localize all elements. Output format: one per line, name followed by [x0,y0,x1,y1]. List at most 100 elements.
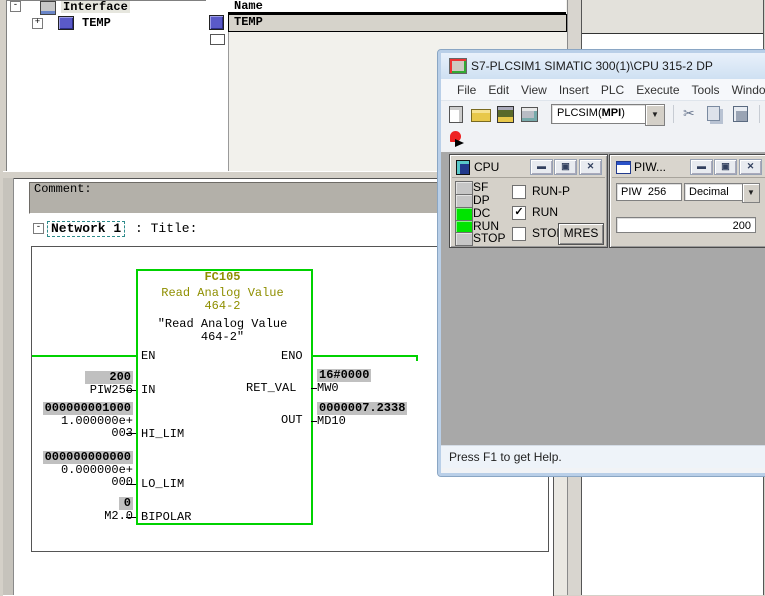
network-title-label[interactable]: : Title: [135,222,197,236]
menu-execute[interactable]: Execute [636,83,679,97]
lo-lim-operand-group[interactable]: 000000000000 0.000000e+ 000 [43,451,133,489]
in-operand-group[interactable]: 200 PIW256 [85,371,133,396]
out-wire-stub [311,421,317,422]
menu-file[interactable]: File [457,83,476,97]
network-label[interactable]: Network 1 [47,221,125,237]
piw-panel: PIW... ▬ ▣ ✕ PIW 256 Decimal ▼ 200 [609,154,765,248]
lo-lim-wire-stub [126,484,136,485]
dc-led [455,207,473,221]
plcsim-window: S7-PLCSIM1 SIMATIC 300(1)\CPU 315-2 DP F… [438,50,765,476]
comment-label: Comment: [34,183,92,196]
out-operand-group[interactable]: 0000007.2338 MD10 [317,402,407,427]
ret-val-wire-stub [311,388,317,389]
main-toolbar: PLCSIM(MPI) ▼ ✂ [441,101,765,129]
in-wire-stub [126,390,136,391]
tree-expand-icon[interactable]: + [32,18,43,29]
bipolar-monitor-value: 0 [119,497,133,510]
window-title: S7-PLCSIM1 SIMATIC 300(1)\CPU 315-2 DP [471,59,713,73]
mdi-area: CPU ▬ ▣ ✕ SF DP DC RUN STOP RUN-P ✓ RUN … [441,152,765,445]
eno-wire [311,355,418,357]
cpu-close-button[interactable]: ✕ [579,159,602,175]
menu-window[interactable]: Window [732,83,765,97]
bipolar-wire-stub [126,517,136,518]
run-p-checkbox[interactable] [512,185,526,199]
access-point-combo[interactable]: PLCSIM(MPI) [551,104,652,124]
stop-checkbox[interactable] [512,227,526,241]
ret-val-operand[interactable]: MW0 [317,382,371,395]
table-icon-column [206,0,229,171]
piw-format-select[interactable]: Decimal [684,183,744,201]
code-left-margin [3,178,14,595]
block-name: FC105 [136,271,309,284]
menu-plc[interactable]: PLC [601,83,624,97]
menu-tools[interactable]: Tools [692,83,720,97]
print-icon[interactable] [521,107,538,122]
new-icon[interactable] [449,106,463,123]
network-collapse-icon[interactable]: - [33,223,44,234]
secondary-toolbar [441,128,765,153]
lo-lim-monitor-value: 000000000000 [43,451,133,464]
pin-bipolar: BIPOLAR [141,511,191,524]
menu-insert[interactable]: Insert [559,83,589,97]
piw-format-dropdown-arrow[interactable]: ▼ [742,183,760,203]
ret-val-monitor-value: 16#0000 [317,369,371,382]
ret-val-operand-group[interactable]: 16#0000 MW0 [317,369,371,394]
sf-led-label: SF [473,181,488,193]
copy-icon[interactable] [707,106,720,121]
pin-eno: ENO [281,350,303,363]
pin-in: IN [141,384,155,397]
plcsim-app-icon [449,58,467,74]
tree-collapse-icon[interactable]: - [10,1,21,12]
eno-wire-end-tick [416,355,418,361]
table-header-name: Name [228,0,566,14]
hi-lim-operand-line2[interactable]: 003 [43,427,133,440]
cpu-restore-button[interactable]: ▣ [554,159,577,175]
plcsim-title-bar[interactable]: S7-PLCSIM1 SIMATIC 300(1)\CPU 315-2 DP [441,53,765,80]
stop-led-label: STOP [473,232,505,244]
out-monitor-value: 0000007.2338 [317,402,407,415]
pin-lo-lim: LO_LIM [141,478,184,491]
dp-led-label: DP [473,194,490,206]
dc-led-label: DC [473,207,490,219]
pin-ret-val: RET_VAL [246,382,296,395]
pin-out: OUT [281,414,303,427]
open-icon[interactable] [471,109,491,122]
combo-dropdown-arrow[interactable]: ▼ [645,104,665,126]
temp-row-icon [209,15,224,30]
piw-close-button[interactable]: ✕ [739,159,762,175]
hi-lim-monitor-value: 000000001000 [43,402,133,415]
power-rail-left [32,355,136,357]
piw-panel-title: PIW... [634,160,666,174]
piw-title-bar[interactable]: PIW... ▬ ▣ ✕ [612,157,765,178]
cpu-title-bar[interactable]: CPU ▬ ▣ ✕ [452,157,605,178]
out-operand[interactable]: MD10 [317,415,407,428]
paste-icon[interactable] [733,106,748,122]
hi-lim-wire-stub [126,433,136,434]
power-toggle-arrow [455,139,464,147]
bipolar-operand-group[interactable]: 0 M2.0 [104,497,133,522]
run-checkbox-label: RUN [532,206,558,219]
piw-minimize-button[interactable]: ▬ [690,159,713,175]
status-bar: Press F1 to get Help. [441,445,765,468]
piw-restore-button[interactable]: ▣ [714,159,737,175]
tree-item-temp[interactable]: TEMP [82,17,111,29]
run-checkbox[interactable]: ✓ [512,206,526,220]
piw-value-field[interactable]: 200 [616,217,756,233]
hi-lim-operand-group[interactable]: 000000001000 1.000000e+ 003 [43,402,133,440]
menu-edit[interactable]: Edit [488,83,509,97]
run-p-checkbox-label: RUN-P [532,185,570,198]
cut-icon[interactable]: ✂ [683,106,701,122]
lo-lim-operand-line2[interactable]: 000 [43,476,133,489]
temp-icon [58,16,74,30]
cpu-minimize-button[interactable]: ▬ [530,159,553,175]
block-symbol-line2: 464-2" [136,331,309,344]
menu-view[interactable]: View [521,83,547,97]
tree-item-interface[interactable]: Interface [61,1,130,13]
status-text: Press F1 to get Help. [449,450,562,464]
mres-button[interactable]: MRES [558,223,604,245]
piw-address-field[interactable]: PIW 256 [616,183,682,201]
table-row[interactable]: TEMP [228,14,567,32]
save-icon[interactable] [497,106,514,123]
in-monitor-value: 200 [85,371,133,384]
pin-en: EN [141,350,155,363]
